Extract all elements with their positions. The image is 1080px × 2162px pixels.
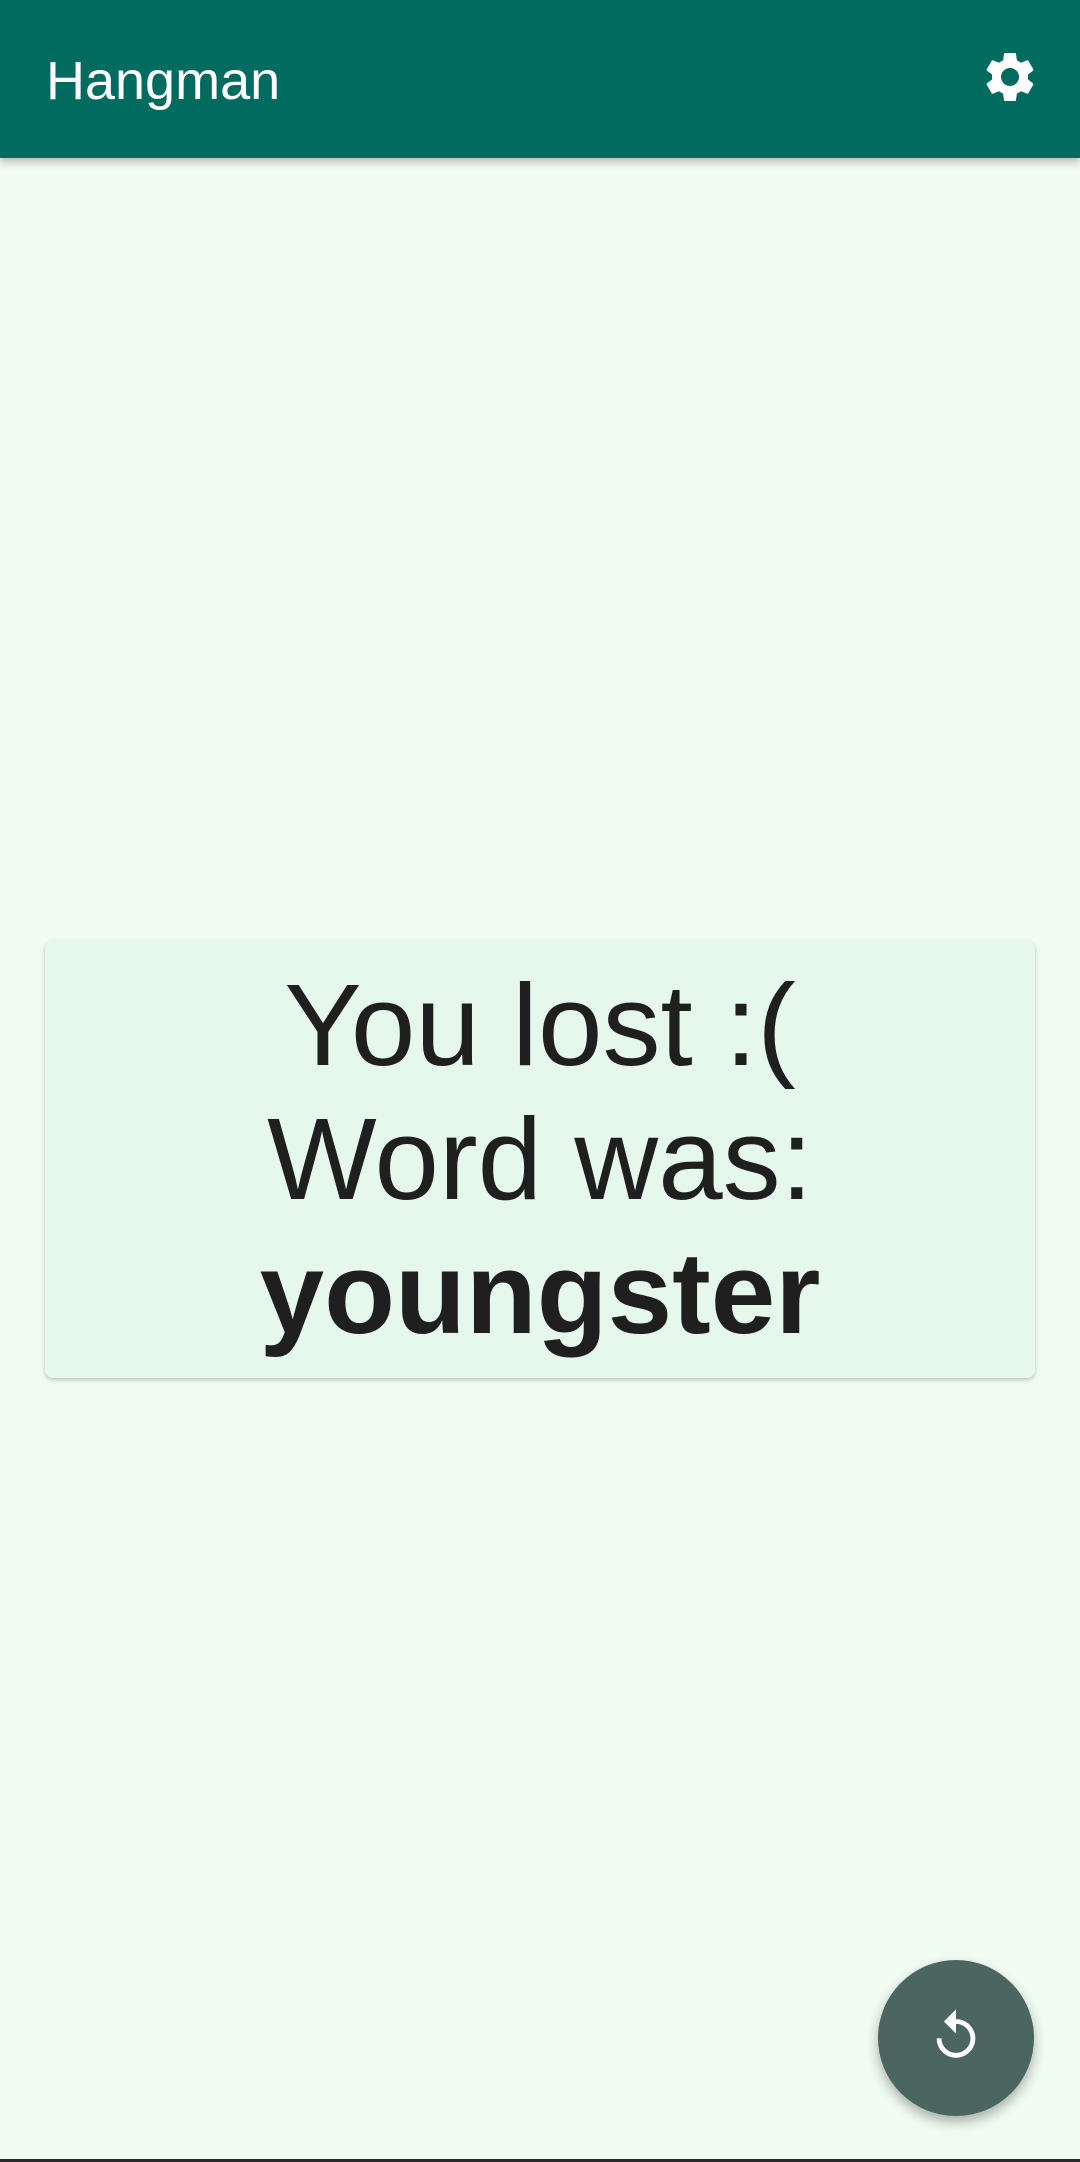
result-card: You lost :( Word was: youngster	[45, 940, 1035, 1378]
hangman-screen: Hangman You lost :( Word was: youngster	[0, 0, 1080, 2162]
restart-button[interactable]	[878, 1960, 1034, 2116]
restart-icon	[927, 2007, 985, 2070]
answer-word: youngster	[259, 1228, 821, 1358]
settings-button[interactable]	[964, 33, 1056, 125]
app-title: Hangman	[46, 51, 281, 111]
gear-icon	[980, 47, 1040, 112]
word-was-label: Word was:	[267, 1094, 813, 1224]
result-message: You lost :(	[284, 960, 796, 1090]
app-bar: Hangman	[0, 0, 1080, 158]
